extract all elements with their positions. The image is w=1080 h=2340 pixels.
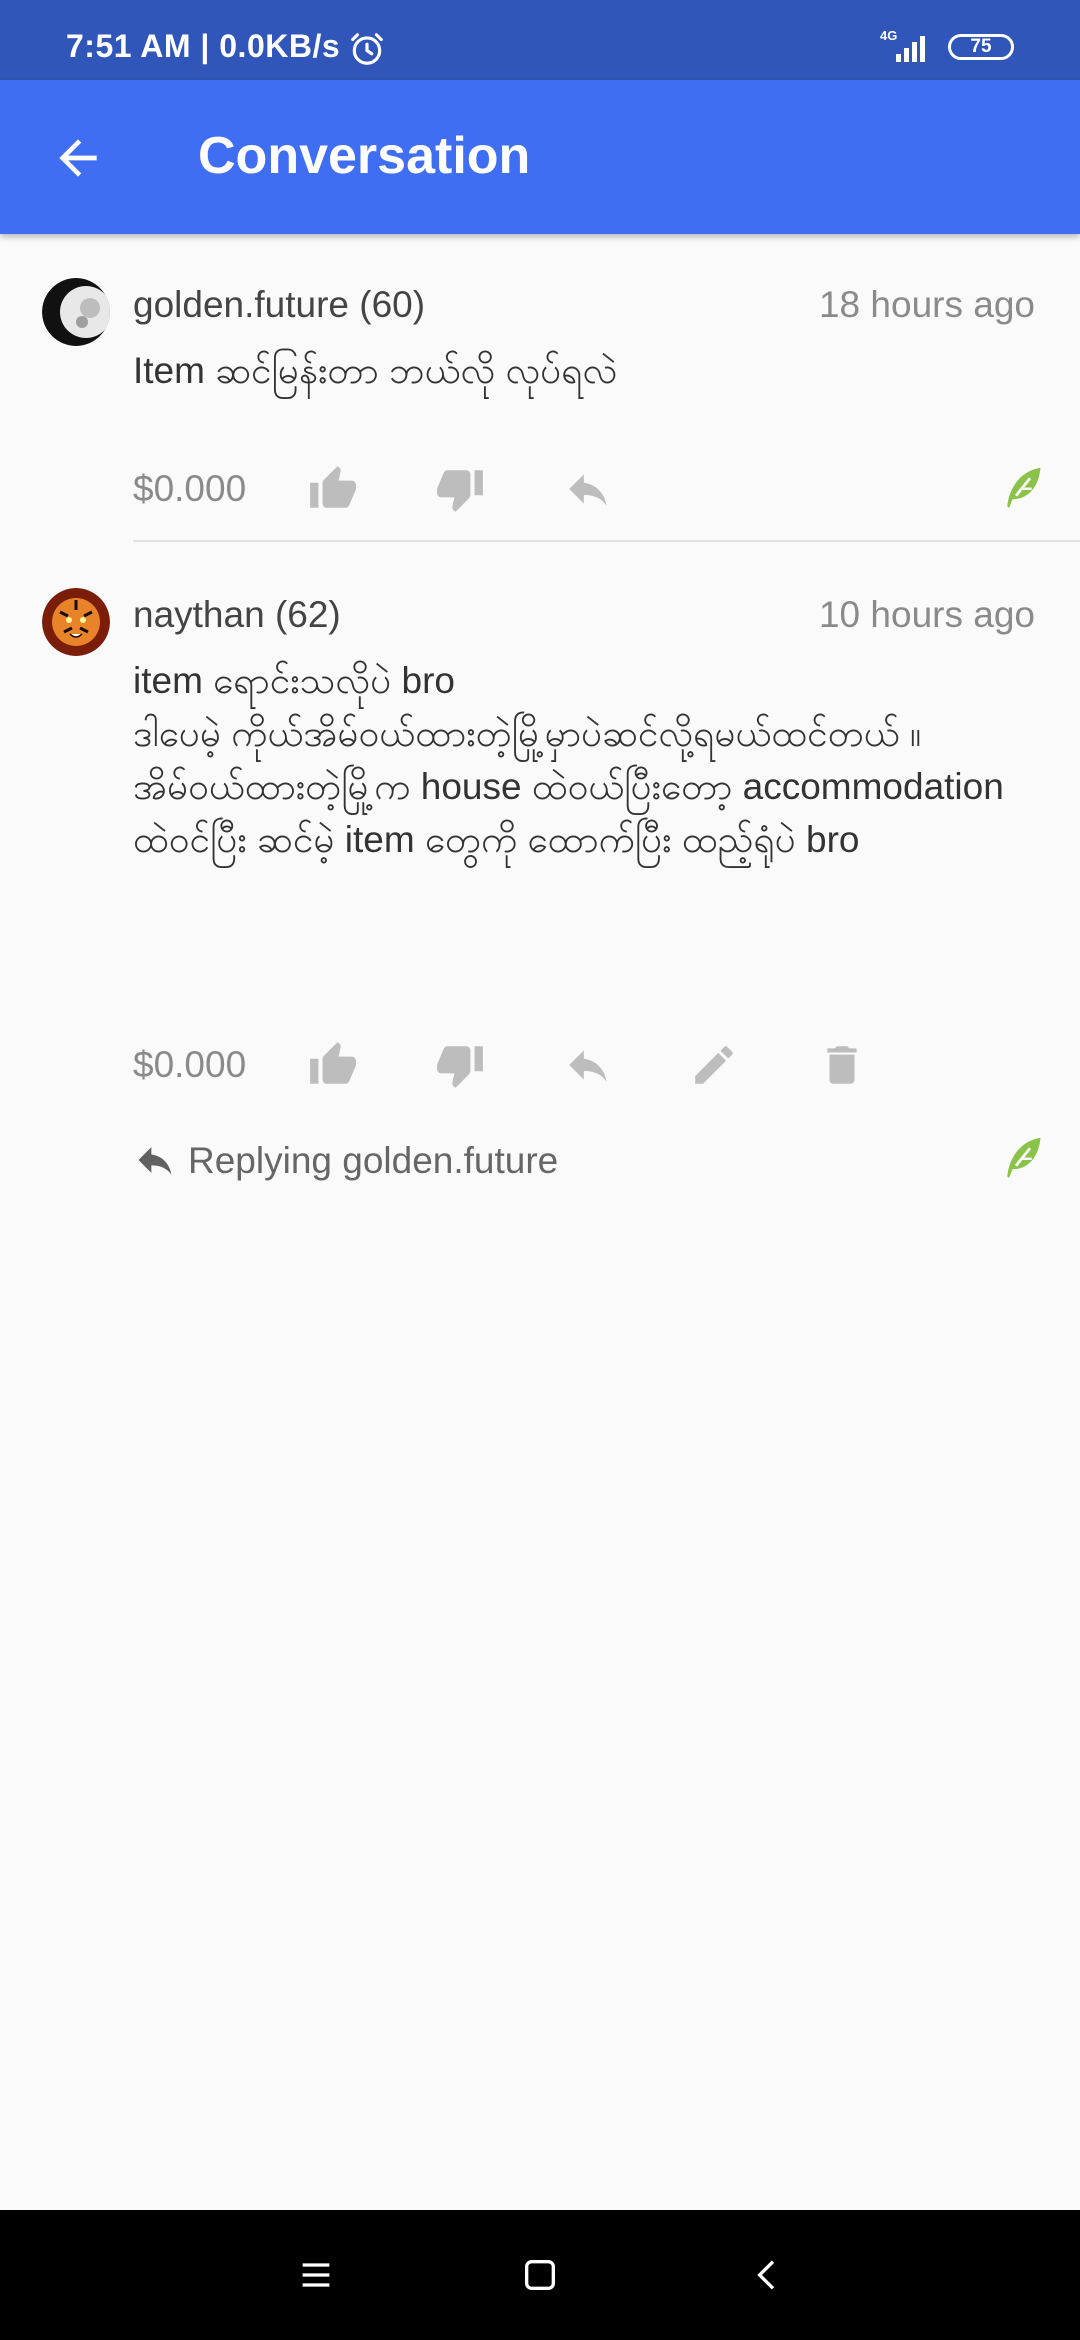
replying-indicator[interactable]: Replying golden.future (133, 1136, 833, 1186)
menu-icon[interactable] (296, 2255, 336, 2295)
thumb-up-icon[interactable] (308, 1040, 358, 1090)
system-nav-bar (0, 2210, 1080, 2340)
reply-icon[interactable] (563, 1040, 613, 1090)
battery-level: 75 (970, 36, 992, 57)
arrow-back-icon[interactable] (50, 130, 106, 186)
alarm-clock-icon (351, 33, 383, 65)
replying-label: Replying golden.future (188, 1140, 559, 1181)
reply-icon (138, 1147, 172, 1175)
nav-back-icon[interactable] (748, 2255, 788, 2295)
comment-username[interactable]: golden.future (60) (133, 284, 425, 326)
tiger-avatar-icon (42, 588, 110, 656)
payout-value[interactable]: $0.000 (133, 468, 246, 510)
comment-timestamp: 10 hours ago (818, 594, 1035, 635)
comment-actions: $0.000 (133, 1036, 1080, 1096)
network-type-label: 4G (880, 28, 897, 43)
comment-timestamp: 18 hours ago (818, 284, 1035, 325)
avatar[interactable] (42, 588, 110, 656)
divider (133, 540, 1080, 542)
payout-value[interactable]: $0.000 (133, 1044, 246, 1086)
comment-body: item ရောင်းသလိုပဲ bro ဒါပေမဲ့ ကိုယ်အိမ်ဝ… (133, 660, 1004, 860)
home-square-icon[interactable] (520, 2255, 560, 2295)
avatar[interactable] (42, 278, 110, 346)
thumb-up-icon[interactable] (308, 464, 358, 514)
comment-actions: $0.000 (133, 460, 1080, 520)
edit-icon[interactable] (689, 1040, 739, 1090)
delete-icon[interactable] (817, 1040, 867, 1090)
page-title: Conversation (198, 127, 531, 185)
comment-item: naythan (62) 10 hours ago item ရောင်းသလိ… (0, 544, 1080, 1224)
reply-icon[interactable] (563, 464, 613, 514)
app-bar: Conversation (0, 80, 1080, 234)
comment-item: golden.future (60) 18 hours ago Item ဆင်… (0, 234, 1080, 544)
thumb-down-icon[interactable] (435, 464, 485, 514)
comment-username[interactable]: naythan (62) (133, 594, 341, 636)
moon-avatar-icon (42, 278, 110, 346)
thumb-down-icon[interactable] (435, 1040, 485, 1090)
comment-body: Item ဆင်မြန်းတာ ဘယ်လို လုပ်ရလဲ (133, 350, 618, 391)
status-time-speed: 7:51 AM | 0.0KB/s (66, 28, 341, 64)
leaf-icon[interactable] (1002, 464, 1044, 510)
leaf-icon[interactable] (1002, 1134, 1044, 1180)
battery-indicator: 75 (948, 34, 1014, 60)
signal-4g-icon: 4G (880, 28, 925, 62)
status-bar: 7:51 AM | 0.0KB/s 4G 75 (0, 0, 1080, 80)
